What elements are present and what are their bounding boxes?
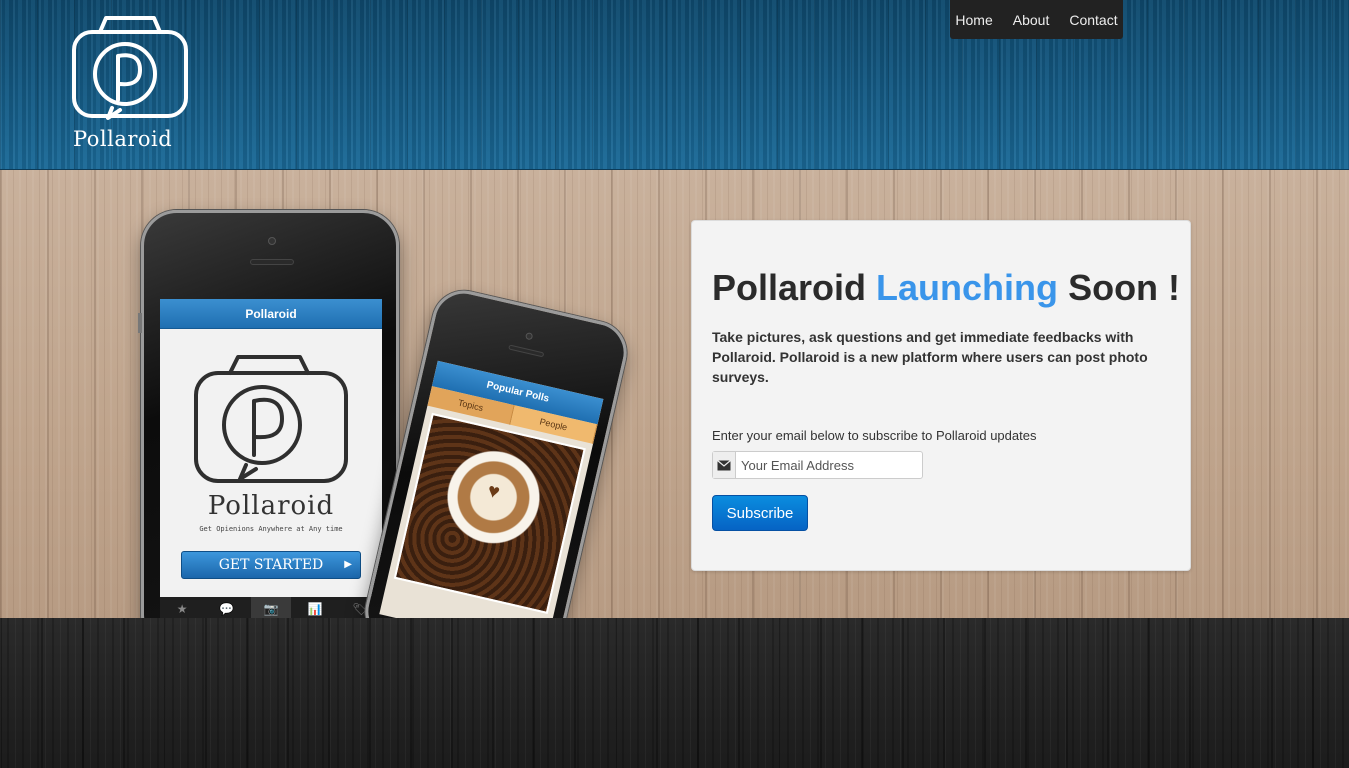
- camera-icon: 📷: [250, 597, 291, 618]
- phone-speaker: [250, 259, 294, 265]
- brand-name: Pollaroid: [73, 127, 173, 151]
- phone-camera: [524, 332, 534, 341]
- nav-home-link[interactable]: Home: [945, 12, 1002, 28]
- email-field[interactable]: [736, 452, 922, 478]
- chart-icon: 📊: [307, 602, 323, 616]
- phone-side-button: [138, 313, 142, 333]
- app-header-bar: Pollaroid: [160, 299, 382, 329]
- app-tagline: Get Opienions Anywhere at Any time: [199, 525, 343, 533]
- heading-soon: Soon !: [1068, 267, 1181, 308]
- chevron-right-icon: ▶: [344, 559, 352, 570]
- get-started-button: GET STARTED ▶: [181, 551, 361, 579]
- phone-camera: [268, 237, 276, 245]
- chat-icon: 💬: [219, 602, 235, 616]
- phone-speaker: [508, 344, 545, 358]
- top-nav: Home About Contact: [950, 0, 1123, 39]
- email-input-group: [712, 451, 923, 479]
- envelope-icon: [713, 452, 736, 478]
- subscribe-button[interactable]: Subscribe: [712, 495, 808, 531]
- app-tab-bar: ★ 💬 📷 📊 🏷: [160, 597, 382, 618]
- subscribe-hint: Enter your email below to subscribe to P…: [712, 428, 1037, 443]
- panel-description: Take pictures, ask questions and get imm…: [712, 329, 1148, 385]
- site-footer: [0, 618, 1349, 768]
- phone-screen-main: Pollaroid Pollaroid Get Opienions Anywhe…: [160, 299, 382, 618]
- heading-accent: Launching: [876, 267, 1059, 308]
- hero-section: Pollaroid Pollaroid Get Opienions Anywhe…: [0, 170, 1349, 618]
- phone-mockup-main: Pollaroid Pollaroid Get Opienions Anywhe…: [138, 210, 399, 618]
- app-camera-logo-icon: [194, 355, 348, 483]
- site-header: Pollaroid Home About Contact: [0, 0, 1349, 170]
- phone-mockup-secondary: Popular Polls Topics People ♥: [359, 284, 633, 618]
- heading-brand: Pollaroid: [712, 267, 867, 308]
- panel-heading: Pollaroid Launching Soon !: [712, 267, 1180, 309]
- launch-panel: Pollaroid Launching Soon ! Take pictures…: [691, 220, 1191, 571]
- nav-contact-link[interactable]: Contact: [1059, 12, 1127, 28]
- get-started-label: GET STARTED: [218, 557, 324, 573]
- heart-icon: ♥: [485, 479, 502, 504]
- star-icon: ★: [176, 602, 188, 616]
- nav-about-link[interactable]: About: [1003, 12, 1060, 28]
- app-title: Pollaroid: [207, 491, 335, 521]
- envelope-icon-svg: [717, 459, 731, 470]
- phone-screen-secondary: Popular Polls Topics People ♥: [379, 360, 604, 618]
- coffee-photo: ♥: [393, 412, 586, 614]
